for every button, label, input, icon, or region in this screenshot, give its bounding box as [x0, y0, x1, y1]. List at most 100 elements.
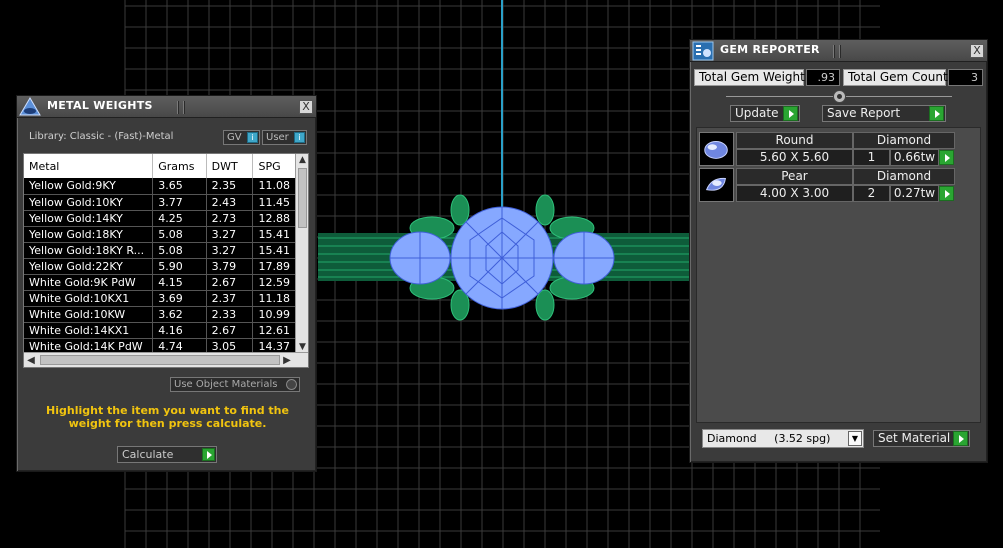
gem-shape-cell: Pear: [736, 168, 853, 185]
gem-material-cell: Diamond: [853, 168, 955, 185]
table-row[interactable]: White Gold:9K PdW 4.15 2.67 12.59: [24, 274, 296, 291]
dwt-cell: 2.35: [206, 178, 254, 195]
metal-table-grid: Metal Grams DWT SPG Yellow Gold:9KY 3.65 2…: [24, 154, 296, 355]
grams-cell: 3.77: [152, 194, 207, 211]
titlebar-grip: [833, 45, 835, 58]
column-header-spg[interactable]: SPG: [252, 154, 296, 178]
update-go-icon[interactable]: [783, 106, 798, 121]
dwt-cell: 2.67: [206, 322, 254, 339]
metal-table-vertical-scrollbar[interactable]: ▲ ▼: [295, 154, 308, 353]
gem-row-go-icon[interactable]: [939, 186, 954, 201]
metal-name-cell: White Gold:9K PdW: [24, 274, 154, 291]
spg-cell: 12.88: [252, 210, 296, 227]
gv-toggle-label: GV: [227, 132, 242, 143]
metal-name-cell: Yellow Gold:18KY: [24, 226, 154, 243]
table-row[interactable]: White Gold:14KX1 4.16 2.67 12.61: [24, 322, 296, 339]
use-object-materials-radio[interactable]: [286, 379, 297, 390]
total-gem-count-label: Total Gem Count: [843, 69, 948, 86]
gem-size-cell: 4.00 X 3.00: [736, 185, 853, 202]
dwt-cell: 2.73: [206, 210, 254, 227]
set-material-label: Set Material: [878, 431, 951, 445]
gem-reporter-close-button[interactable]: X: [970, 44, 984, 58]
library-label: Library: Classic - (Fast)-Metal: [29, 131, 174, 142]
gem-reporter-panel[interactable]: GEM REPORTER X Total Gem Weight .93 Tota…: [689, 39, 988, 463]
set-material-go-icon[interactable]: [953, 431, 968, 446]
chevron-down-icon[interactable]: ▼: [848, 431, 862, 446]
calculate-go-icon[interactable]: [202, 448, 215, 461]
gem-count-cell: 1: [853, 149, 890, 166]
table-row[interactable]: White Gold:10KW 3.62 2.33 10.99: [24, 306, 296, 323]
horizontal-scroll-thumb[interactable]: [40, 355, 280, 365]
grams-cell: 5.08: [152, 226, 207, 243]
gem-row-round[interactable]: Round Diamond 5.60 X 5.60 1 0.66tw: [699, 132, 959, 166]
metal-weights-titlebar[interactable]: METAL WEIGHTS X: [17, 96, 316, 118]
use-object-materials-label: Use Object Materials: [174, 379, 278, 390]
gem-weight-cell: 0.66tw: [890, 149, 939, 166]
scroll-right-arrow-icon[interactable]: ▶: [280, 353, 294, 367]
update-button[interactable]: Update: [730, 105, 800, 122]
metal-weights-panel[interactable]: METAL WEIGHTS X Library: Classic - (Fast…: [16, 95, 317, 472]
dwt-cell: 3.79: [206, 258, 254, 275]
material-select-value: Diamond (3.52 spg): [707, 432, 831, 445]
metal-name-cell: Yellow Gold:9KY: [24, 178, 154, 195]
scroll-up-arrow-icon[interactable]: ▲: [296, 154, 308, 166]
calculate-label: Calculate: [122, 448, 174, 461]
table-row[interactable]: Yellow Gold:9KY 3.65 2.35 11.08: [24, 178, 296, 195]
vertical-scroll-thumb[interactable]: [298, 168, 307, 228]
scroll-left-arrow-icon[interactable]: ◀: [24, 353, 38, 367]
panel-slider-knob[interactable]: [833, 90, 846, 103]
pear-gem-icon: [699, 168, 734, 202]
table-row[interactable]: White Gold:10KX1 3.69 2.37 11.18: [24, 290, 296, 307]
titlebar-grip: [839, 45, 841, 58]
save-report-button[interactable]: Save Report: [822, 105, 946, 122]
dwt-cell: 2.33: [206, 306, 254, 323]
table-row[interactable]: Yellow Gold:10KY 3.77 2.43 11.45: [24, 194, 296, 211]
spg-cell: 15.41: [252, 226, 296, 243]
total-gem-count-value: 3: [948, 69, 983, 86]
gem-count-cell: 2: [853, 185, 890, 202]
column-header-grams[interactable]: Grams: [152, 154, 207, 178]
gem-reporter-titlebar[interactable]: GEM REPORTER X: [690, 40, 987, 62]
grams-cell: 3.69: [152, 290, 207, 307]
ring-model[interactable]: [318, 194, 690, 321]
table-row[interactable]: Yellow Gold:18KY R... 5.08 3.27 15.41: [24, 242, 296, 259]
grams-cell: 3.62: [152, 306, 207, 323]
grams-cell: 3.65: [152, 178, 207, 195]
spg-cell: 17.89: [252, 258, 296, 275]
spg-cell: 11.45: [252, 194, 296, 211]
gem-row-pear[interactable]: Pear Diamond 4.00 X 3.00 2 0.27tw: [699, 168, 959, 202]
round-gem-icon: [699, 132, 734, 166]
metal-name-cell: Yellow Gold:22KY: [24, 258, 154, 275]
metal-weights-close-button[interactable]: X: [299, 100, 313, 114]
calculate-button[interactable]: Calculate: [117, 446, 217, 463]
gem-size-cell: 5.60 X 5.60: [736, 149, 853, 166]
table-row[interactable]: Yellow Gold:14KY 4.25 2.73 12.88: [24, 210, 296, 227]
grams-cell: 4.25: [152, 210, 207, 227]
gv-toggle[interactable]: GV i: [223, 130, 260, 145]
gem-material-cell: Diamond: [853, 132, 955, 149]
titlebar-grip: [183, 101, 185, 114]
table-row[interactable]: Yellow Gold:18KY 5.08 3.27 15.41: [24, 226, 296, 243]
save-report-go-icon[interactable]: [929, 106, 944, 121]
gem-reporter-app-icon: [692, 41, 714, 61]
titlebar-grip: [177, 101, 179, 114]
user-info-icon: i: [294, 132, 305, 143]
grams-cell: 5.90: [152, 258, 207, 275]
column-header-dwt[interactable]: DWT: [206, 154, 254, 178]
set-material-button[interactable]: Set Material: [873, 430, 970, 447]
user-toggle[interactable]: User i: [262, 130, 307, 145]
gem-weight-cell: 0.27tw: [890, 185, 939, 202]
use-object-materials-toggle[interactable]: Use Object Materials: [170, 377, 300, 392]
instruction-hint: Highlight the item you want to find the …: [46, 404, 289, 430]
metal-table-horizontal-scrollbar[interactable]: ◀ ▶: [24, 352, 308, 367]
dwt-cell: 2.43: [206, 194, 254, 211]
grams-cell: 5.08: [152, 242, 207, 259]
metal-name-cell: White Gold:10KW: [24, 306, 154, 323]
gem-list[interactable]: Round Diamond 5.60 X 5.60 1 0.66tw Pear …: [696, 127, 981, 423]
gem-row-go-icon[interactable]: [939, 150, 954, 165]
table-row[interactable]: Yellow Gold:22KY 5.90 3.79 17.89: [24, 258, 296, 275]
material-select[interactable]: Diamond (3.52 spg) ▼: [702, 429, 864, 448]
metal-table[interactable]: Metal Grams DWT SPG Yellow Gold:9KY 3.65 2…: [23, 153, 309, 368]
column-header-metal[interactable]: Metal: [24, 154, 154, 178]
grams-cell: 4.16: [152, 322, 207, 339]
